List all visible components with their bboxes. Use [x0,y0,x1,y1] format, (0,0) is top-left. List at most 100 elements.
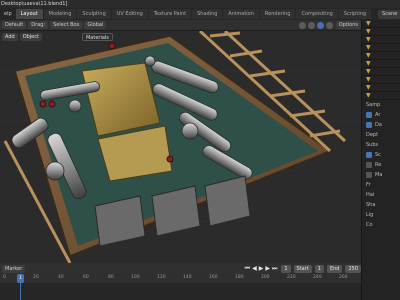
outliner-row[interactable]: ▼ [362,36,400,44]
overlay-icon[interactable] [298,21,306,29]
tab-modeling[interactable]: Modeling [43,9,77,19]
mesh-icon: ▼ [366,52,371,59]
timeline-header: Marker ⏮ ◀ ▶ ▶ ⏭ 1 Start 1 End 250 [0,263,361,274]
prop-label: Re [375,162,382,168]
shading-material-icon[interactable] [325,21,333,29]
prev-key-icon[interactable]: ◀ [252,265,257,272]
tick-label: 180 [235,275,244,280]
mesh-icon: ▼ [366,20,371,27]
tab-texture-paint[interactable]: Texture Paint [148,9,192,19]
playhead[interactable]: 1 [17,274,24,283]
tick-label: 40 [58,275,64,280]
mesh-icon: ▼ [366,44,371,51]
viewport-header: Default Drag: Select Box Global Options [0,20,361,31]
right-panel: ▼ ▼ ▼ ▼ ▼ ▼ ▼ ▼ ▼ ▼ Samp Ar Da Dept Subs… [361,20,400,300]
tick-label: 260 [339,275,348,280]
outliner-row[interactable]: ▼ [362,20,400,28]
prop-label: Fr [366,182,371,188]
frame-ruler[interactable]: 0 20 40 60 80 100 120 140 160 180 200 22… [0,274,361,283]
outliner-row[interactable]: ▼ [362,76,400,84]
scene-selector[interactable]: Scene [378,9,400,19]
tick-label: 160 [209,275,218,280]
tab-scripting[interactable]: Scripting [338,9,372,19]
end-frame-field[interactable]: 250 [345,264,361,273]
play-icon[interactable]: ▶ [259,265,264,272]
top-menubar: elp Layout Modeling Sculpting UV Editing… [0,8,400,20]
prop-hair[interactable]: Hai [362,190,400,200]
checkbox[interactable] [366,172,372,178]
mesh-icon: ▼ [366,36,371,43]
shading-solid-icon[interactable] [316,21,324,29]
tick-label: 200 [261,275,270,280]
marker-menu[interactable]: Marker [2,264,26,273]
prop-screen-space[interactable]: Sc [362,150,400,160]
tick-label: 60 [83,275,89,280]
outliner-row[interactable]: ▼ [362,68,400,76]
object-menu[interactable]: Object [19,32,42,41]
xray-icon[interactable] [307,21,315,29]
prop-label: Ma [375,172,383,178]
prop-refraction[interactable]: Re [362,160,400,170]
prop-light[interactable]: Lig [362,210,400,220]
tick-label: 240 [313,275,322,280]
next-key-icon[interactable]: ▶ [265,265,270,272]
prop-motion-blur[interactable]: Ma [362,170,400,180]
select-box-dropdown[interactable]: Select Box [50,21,83,29]
prop-depth-of-field[interactable]: Dept [362,130,400,140]
tab-animation[interactable]: Animation [223,9,259,19]
tab-compositing[interactable]: Compositing [296,9,338,19]
outliner-row[interactable]: ▼ [362,92,400,100]
mesh-icon: ▼ [366,28,371,35]
prop-subsurface[interactable]: Subs [362,140,400,150]
prop-bloom[interactable]: Da [362,120,400,130]
prop-film[interactable]: Fr [362,180,400,190]
outliner-row[interactable]: ▼ [362,84,400,92]
end-label: End [326,264,343,273]
outliner-row[interactable]: ▼ [362,28,400,36]
checkbox[interactable] [366,152,372,158]
jump-start-icon[interactable]: ⏮ [245,265,250,273]
tick-label: 220 [287,275,296,280]
start-frame-field[interactable]: 1 [314,264,324,273]
add-menu[interactable]: Add [2,32,18,41]
prop-label: Sha [366,202,376,208]
prop-label: Samp [366,102,381,108]
checkbox[interactable] [366,162,372,168]
tab-uv-editing[interactable]: UV Editing [111,9,148,19]
start-label: Start [293,264,312,273]
material-selector[interactable]: Materials [81,32,113,41]
tick-label: 100 [131,275,140,280]
tab-shading[interactable]: Shading [192,9,223,19]
current-frame-field[interactable]: 1 [281,264,291,273]
checkbox[interactable] [366,122,372,128]
outliner-row[interactable]: ▼ [362,60,400,68]
options-dropdown[interactable]: Options [335,21,361,29]
tab-sculpting[interactable]: Sculpting [77,9,111,19]
3d-viewport[interactable] [0,31,361,263]
jump-end-icon[interactable]: ⏭ [272,265,277,273]
tab-layout[interactable]: Layout [15,9,43,19]
timeline[interactable]: 0 20 40 60 80 100 120 140 160 180 200 22… [0,274,361,300]
prop-label: Ar [375,112,381,118]
tick-label: 20 [33,275,39,280]
prop-label: Hai [366,192,375,198]
tab-rendering[interactable]: Rendering [259,9,296,19]
mesh-icon: ▼ [366,92,371,99]
outliner-row[interactable]: ▼ [362,52,400,60]
orientation-dropdown[interactable]: Global [84,21,107,29]
prop-shadows[interactable]: Sha [362,200,400,210]
prop-ambient-occlusion[interactable]: Ar [362,110,400,120]
mode-dropdown[interactable]: Default [2,21,27,29]
outliner-row[interactable]: ▼ [362,44,400,52]
prop-color-management[interactable]: Co [362,220,400,230]
prop-label: Lig [366,212,374,218]
playhead-line [20,283,21,300]
prop-sampling[interactable]: Samp [362,100,400,110]
menu-help[interactable]: elp [0,8,16,20]
window-title: Desktop\uaeva\11.blend1] [0,0,400,8]
prop-label: Co [366,222,373,228]
tick-label: 140 [183,275,192,280]
checkbox[interactable] [366,112,372,118]
mesh-icon: ▼ [366,60,371,67]
prop-label: Sc [375,152,381,158]
